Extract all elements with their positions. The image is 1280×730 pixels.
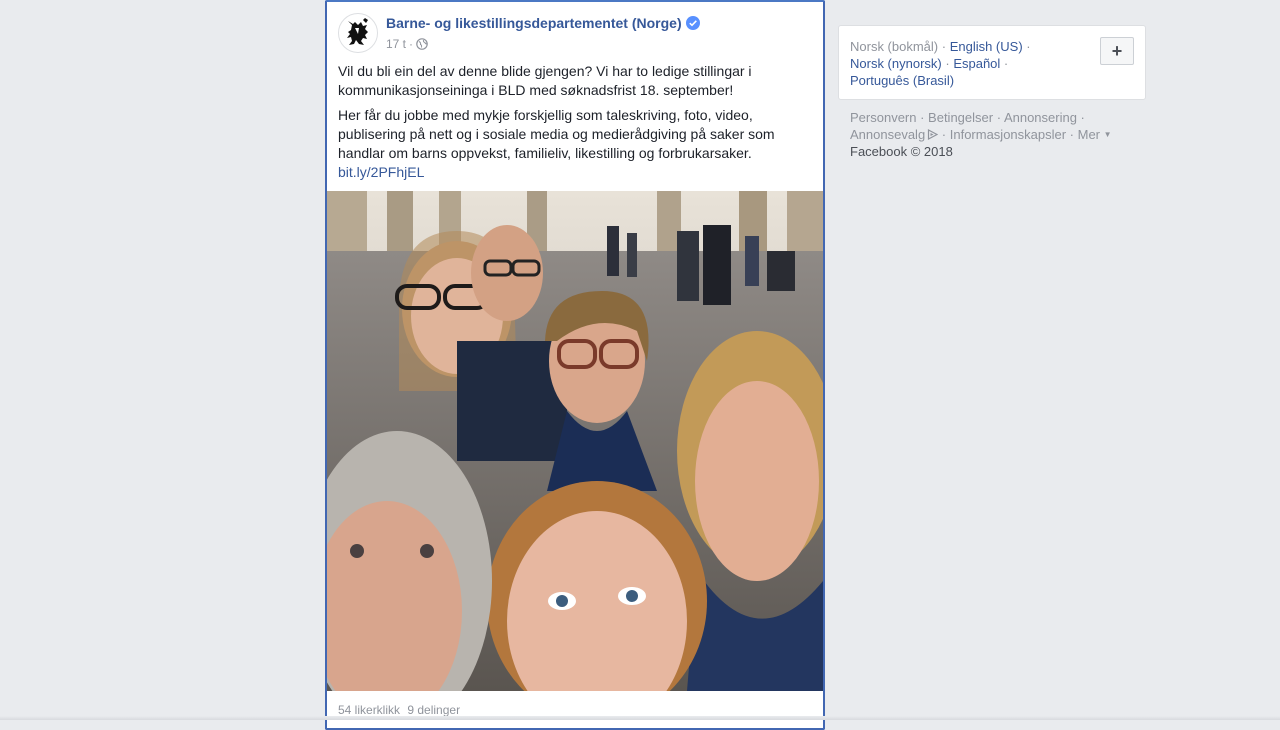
page-name-link[interactable]: Barne- og likestillingsdepartementet (No… bbox=[386, 15, 682, 31]
post-card: Barne- og likestillingsdepartementet (No… bbox=[325, 0, 825, 730]
footer-terms[interactable]: Betingelser bbox=[928, 110, 993, 125]
footer-privacy[interactable]: Personvern bbox=[850, 110, 916, 125]
language-current: Norsk (bokmål) bbox=[850, 39, 939, 54]
post-timestamp[interactable]: 17 t bbox=[386, 37, 406, 51]
language-portugues[interactable]: Português (Brasil) bbox=[850, 73, 954, 88]
caret-down-icon: ▼ bbox=[1103, 130, 1112, 139]
footer-copyright: Facebook © 2018 bbox=[850, 144, 953, 159]
author-line: Barne- og likestillingsdepartementet (No… bbox=[386, 15, 700, 33]
post-header: Barne- og likestillingsdepartementet (No… bbox=[338, 13, 798, 55]
post-paragraph-1: Vil du bli ein del av denne blide gjenge… bbox=[338, 63, 752, 98]
post-paragraph-2: Her får du jobbe med mykje forskjellig s… bbox=[338, 106, 808, 182]
verified-badge-icon bbox=[685, 16, 700, 30]
post-photo[interactable] bbox=[327, 191, 823, 691]
coat-of-arms-logo bbox=[347, 18, 368, 45]
language-selector: Norsk (bokmål) · English (US) · Norsk (n… bbox=[838, 25, 1146, 100]
meta-separator: · bbox=[409, 37, 414, 51]
footer-adchoices-label: Annonsevalg bbox=[850, 127, 926, 142]
post-link[interactable]: bit.ly/2PFhjEL bbox=[338, 164, 424, 180]
footer-more-label: Mer bbox=[1077, 127, 1101, 142]
footer-more[interactable]: Mer ▼ bbox=[1078, 127, 1112, 142]
post-stats: 54 likerklikk 9 delinger bbox=[338, 703, 464, 717]
post-paragraph-2-text: Her får du jobbe med mykje forskjellig s… bbox=[338, 107, 775, 161]
footer-cookies[interactable]: Informasjonskapsler bbox=[950, 127, 1066, 142]
footer-adchoices[interactable]: Annonsevalg bbox=[850, 127, 939, 142]
footer-ads[interactable]: Annonsering bbox=[1004, 110, 1077, 125]
language-nynorsk[interactable]: Norsk (nynorsk) bbox=[850, 56, 942, 71]
add-language-button[interactable]: + bbox=[1100, 37, 1134, 65]
globe-icon[interactable] bbox=[416, 38, 428, 50]
language-list: Norsk (bokmål) · English (US) · Norsk (n… bbox=[850, 39, 1031, 88]
page-avatar[interactable] bbox=[338, 13, 378, 53]
language-english[interactable]: English (US) bbox=[950, 39, 1023, 54]
shares-count[interactable]: 9 delinger bbox=[407, 703, 460, 717]
likes-count[interactable]: 54 likerklikk bbox=[338, 703, 400, 717]
post-text: Vil du bli ein del av denne blide gjenge… bbox=[338, 62, 808, 188]
post-meta: 17 t · bbox=[386, 37, 428, 51]
language-espanol[interactable]: Español bbox=[953, 56, 1000, 71]
bottom-edge bbox=[0, 716, 1280, 720]
footer-links: Personvern · Betingelser · Annonsering ·… bbox=[850, 110, 1112, 159]
adchoices-icon bbox=[928, 129, 939, 140]
